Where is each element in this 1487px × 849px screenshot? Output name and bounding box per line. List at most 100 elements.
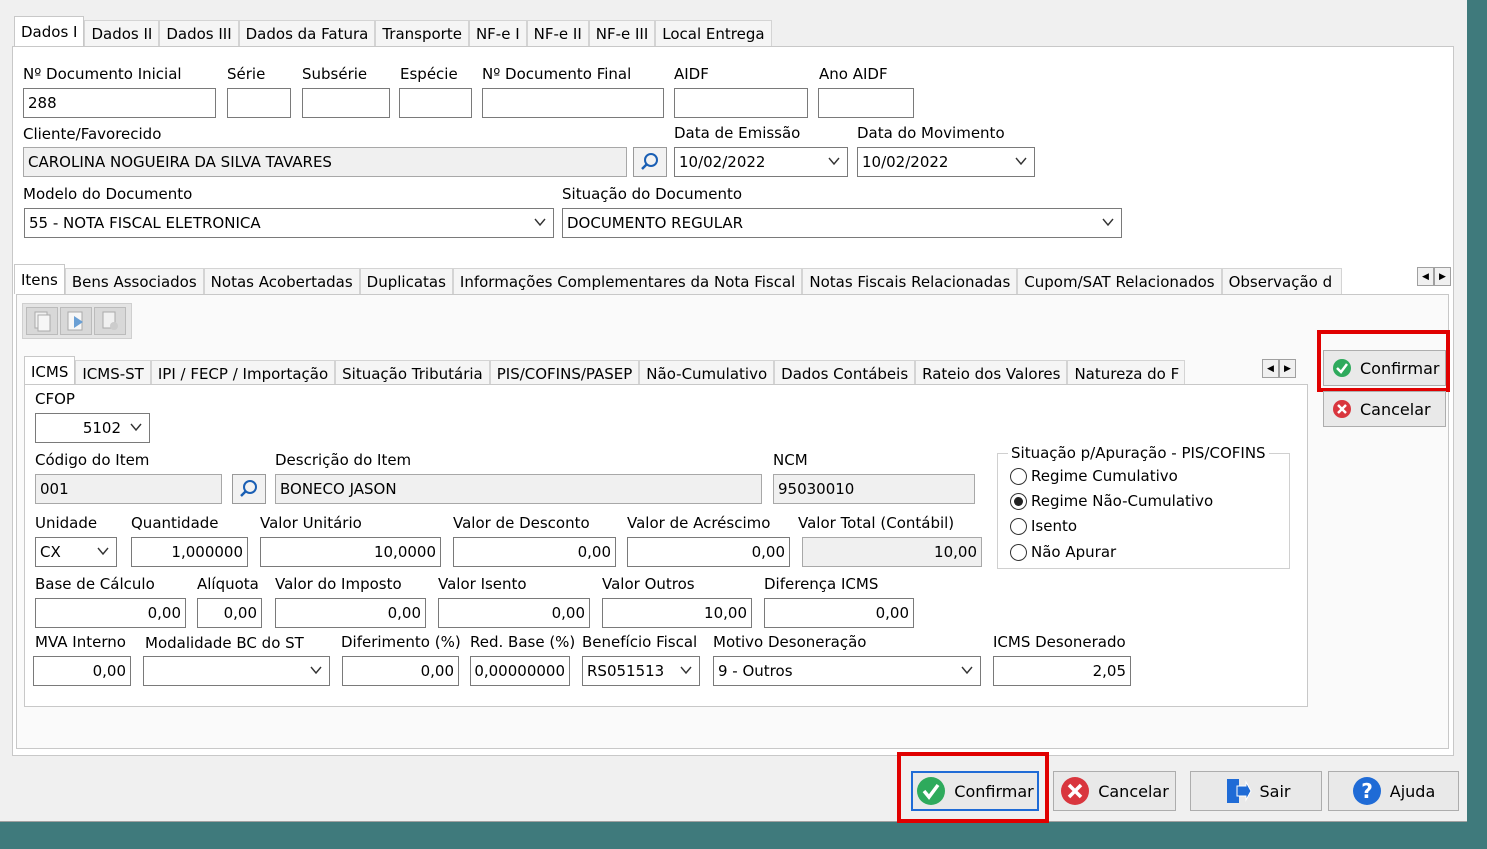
tab-icms[interactable]: ICMS	[24, 356, 76, 386]
doc-inicial-input[interactable]: 288	[23, 88, 216, 118]
tab-label: Situação Tributária	[342, 364, 483, 383]
exit-button[interactable]: Sair	[1190, 771, 1322, 811]
outros-input[interactable]: 10,00	[602, 598, 752, 628]
unidade-select[interactable]: CX	[35, 537, 117, 567]
base-label: Base de Cálculo	[35, 575, 155, 593]
doc-final-input[interactable]	[482, 88, 664, 118]
tab-label: Observação d	[1228, 272, 1333, 291]
tab-nfe-3[interactable]: NF-e III	[588, 20, 656, 46]
codigo-search-button[interactable]	[232, 474, 266, 504]
subserie-input[interactable]	[302, 88, 390, 118]
serie-input[interactable]	[227, 88, 291, 118]
tab-rateio-valores[interactable]: Rateio dos Valores	[915, 360, 1068, 386]
tab-dados-1[interactable]: Dados I	[14, 16, 85, 46]
imposto-input[interactable]: 0,00	[275, 598, 426, 628]
acrescimo-input[interactable]: 0,00	[627, 537, 790, 567]
beneficio-value: RS051513	[587, 662, 665, 680]
total-input[interactable]: 10,00	[802, 537, 982, 567]
aidf-label: AIDF	[674, 65, 709, 83]
movimento-date-picker[interactable]: 10/02/2022	[857, 147, 1035, 177]
modelo-select[interactable]: 55 - NOTA FISCAL ELETRONICA	[24, 208, 554, 238]
desconto-input[interactable]: 0,00	[453, 537, 616, 567]
red-base-input[interactable]: 0,00000000	[470, 656, 570, 686]
tab-dados-fatura[interactable]: Dados da Fatura	[238, 20, 376, 46]
base-input[interactable]: 0,00	[35, 598, 186, 628]
emissao-date-picker[interactable]: 10/02/2022	[674, 147, 848, 177]
modalidade-select[interactable]	[143, 656, 330, 686]
edit-item-button[interactable]	[60, 307, 92, 335]
outros-label: Valor Outros	[602, 575, 695, 593]
tab-cupom-sat[interactable]: Cupom/SAT Relacionados	[1017, 268, 1222, 294]
tab-dados-3[interactable]: Dados III	[159, 20, 239, 46]
diferenca-label: Diferença ICMS	[764, 575, 879, 593]
cancel-button[interactable]: Cancelar	[1053, 771, 1176, 811]
desconto-label: Valor de Desconto	[453, 514, 590, 532]
help-button[interactable]: ? Ajuda	[1328, 771, 1459, 811]
situacao-select[interactable]: DOCUMENTO REGULAR	[562, 208, 1122, 238]
help-label: Ajuda	[1389, 781, 1436, 801]
tab-notas-relacionadas[interactable]: Notas Fiscais Relacionadas	[802, 268, 1018, 294]
items-toolbar	[22, 303, 132, 339]
beneficio-select[interactable]: RS051513	[582, 656, 700, 686]
quantidade-input[interactable]: 1,000000	[131, 537, 248, 567]
tab-scroll-left-button[interactable]: ◀	[1417, 267, 1434, 286]
tab-observacao[interactable]: Observação d	[1221, 268, 1342, 294]
codigo-input[interactable]: 001	[35, 474, 222, 504]
tab-label: Não-Cumulativo	[646, 364, 768, 383]
tab-nao-cumulativo[interactable]: Não-Cumulativo	[639, 360, 775, 386]
highlight-box	[897, 752, 1049, 823]
descricao-label: Descrição do Item	[275, 451, 412, 469]
radio-isento[interactable]: Isento	[1010, 517, 1077, 535]
tab-itens[interactable]: Itens	[14, 264, 65, 294]
tab-local-entrega[interactable]: Local Entrega	[655, 20, 772, 46]
tab-duplicatas[interactable]: Duplicatas	[359, 268, 453, 294]
cliente-search-button[interactable]	[633, 147, 667, 177]
radio-label: Regime Não-Cumulativo	[1031, 492, 1214, 510]
diferenca-input[interactable]: 0,00	[764, 598, 914, 628]
aliquota-input[interactable]: 0,00	[197, 598, 262, 628]
tab-icms-st[interactable]: ICMS-ST	[75, 360, 151, 386]
tab-pis-cofins[interactable]: PIS/COFINS/PASEP	[489, 360, 640, 386]
descricao-input[interactable]: BONECO JASON	[275, 474, 762, 504]
radio-regime-nao-cumulativo[interactable]: Regime Não-Cumulativo	[1010, 492, 1213, 510]
delete-item-button[interactable]	[94, 307, 126, 335]
diferimento-input[interactable]: 0,00	[342, 656, 459, 686]
isento-label: Valor Isento	[438, 575, 527, 593]
chevron-down-icon	[534, 218, 546, 227]
apuracao-title: Situação p/Apuração - PIS/COFINS	[1008, 444, 1269, 462]
desonerado-input[interactable]: 2,05	[993, 656, 1131, 686]
cliente-input[interactable]: CAROLINA NOGUEIRA DA SILVA TAVARES	[23, 147, 627, 177]
isento-input[interactable]: 0,00	[438, 598, 590, 628]
tab-ipi-fecp[interactable]: IPI / FECP / Importação	[150, 360, 336, 386]
tab-dados-contabeis[interactable]: Dados Contábeis	[774, 360, 916, 386]
ano-aidf-input[interactable]	[818, 88, 914, 118]
tab-transporte[interactable]: Transporte	[375, 20, 469, 46]
tab-scroll-left-button[interactable]: ◀	[1262, 359, 1279, 378]
tab-info-complementares[interactable]: Informações Complementares da Nota Fisca…	[452, 268, 803, 294]
mid-tab-scroller: ◀ ▶	[1417, 267, 1451, 286]
valor-unitario-input[interactable]: 10,0000	[260, 537, 441, 567]
tab-label: Dados da Fatura	[245, 24, 369, 43]
item-cancel-button[interactable]: Cancelar	[1323, 391, 1446, 427]
tab-dados-2[interactable]: Dados II	[84, 20, 160, 46]
motivo-select[interactable]: 9 - Outros	[713, 656, 981, 686]
tab-situacao-tributaria[interactable]: Situação Tributária	[335, 360, 490, 386]
ncm-input[interactable]: 95030010	[773, 474, 975, 504]
aidf-input[interactable]	[674, 88, 808, 118]
radio-nao-apurar[interactable]: Não Apurar	[1010, 543, 1116, 561]
tab-nfe-1[interactable]: NF-e I	[468, 20, 527, 46]
cfop-select[interactable]: 5102	[35, 413, 150, 443]
tab-notas-acobertadas[interactable]: Notas Acobertadas	[203, 268, 360, 294]
tab-bens-associados[interactable]: Bens Associados	[64, 268, 204, 294]
tab-scroll-right-button[interactable]: ▶	[1279, 359, 1296, 378]
radio-regime-cumulativo[interactable]: Regime Cumulativo	[1010, 467, 1178, 485]
mva-input[interactable]: 0,00	[33, 656, 131, 686]
tab-natureza[interactable]: Natureza do F	[1067, 360, 1186, 386]
new-item-button[interactable]	[26, 307, 58, 335]
diferimento-label: Diferimento (%)	[341, 633, 461, 651]
tab-scroll-right-button[interactable]: ▶	[1434, 267, 1451, 286]
especie-input[interactable]	[399, 88, 472, 118]
unidade-value: CX	[40, 543, 61, 561]
tab-label: Itens	[21, 270, 58, 289]
tab-nfe-2[interactable]: NF-e II	[526, 20, 589, 46]
